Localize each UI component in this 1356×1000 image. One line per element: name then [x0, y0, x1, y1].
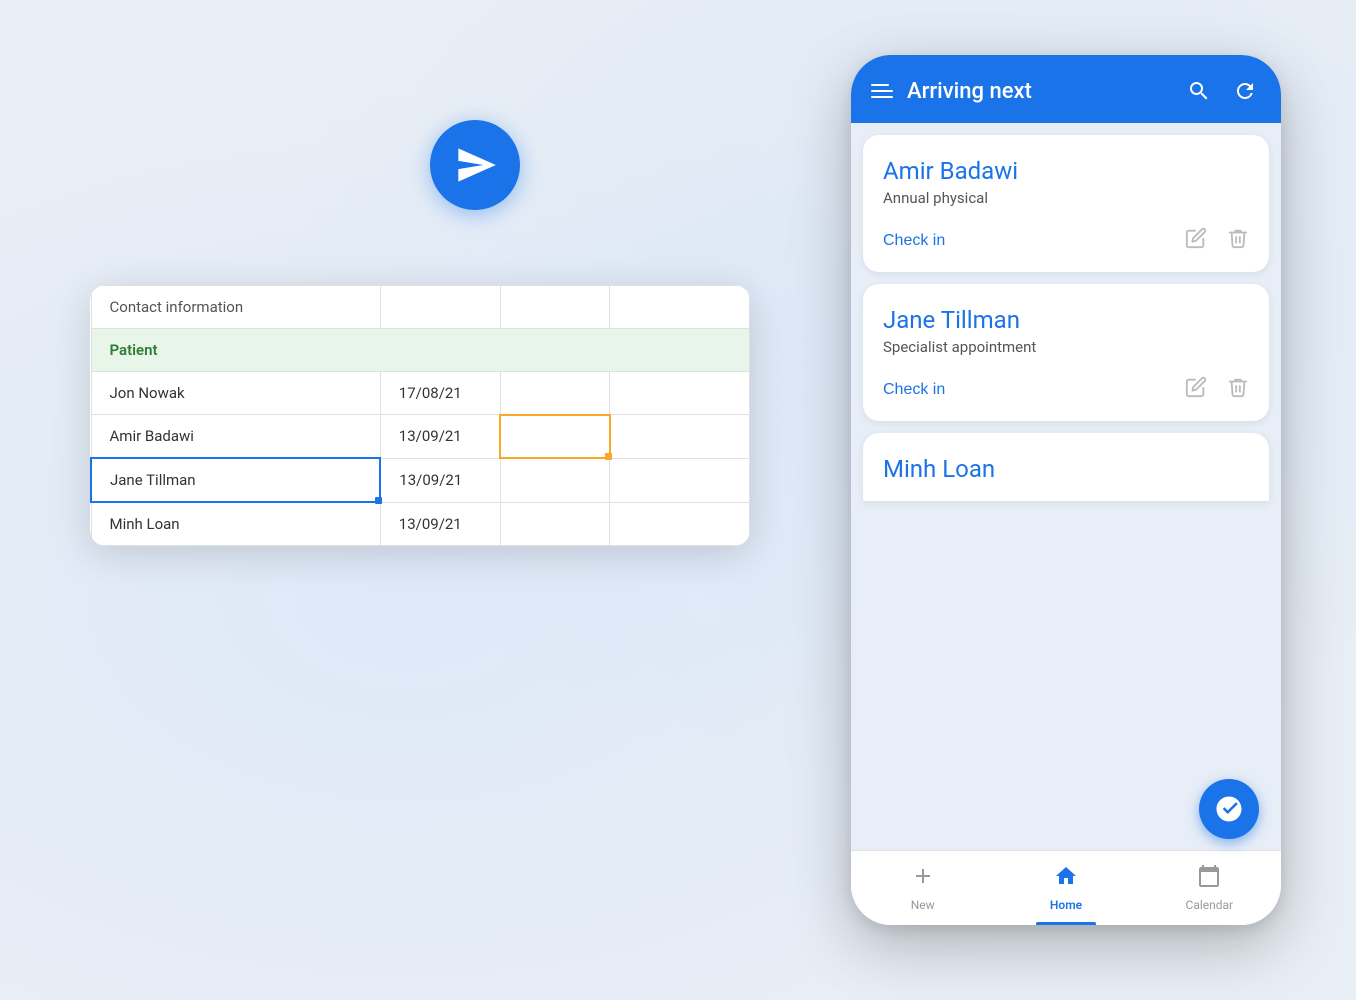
- card-icons-amir: [1185, 227, 1249, 254]
- search-icon[interactable]: [1183, 75, 1215, 107]
- header-col2: [380, 286, 500, 329]
- row-col4: [610, 502, 750, 546]
- edit-icon-jane[interactable]: [1185, 376, 1207, 403]
- phone-frame: Arriving next Amir Badawi Annual physica…: [851, 55, 1281, 925]
- home-icon: [1054, 864, 1078, 894]
- plus-icon: [911, 864, 935, 894]
- patient-name-jane: Jane Tillman: [883, 306, 1249, 334]
- nav-active-indicator: [1036, 922, 1096, 925]
- row-date: 13/09/21: [380, 502, 500, 546]
- header-col4: [610, 286, 750, 329]
- check-in-button-amir[interactable]: Check in: [883, 232, 945, 250]
- calendar-icon: [1197, 864, 1221, 894]
- phone-title: Arriving next: [907, 79, 1169, 104]
- row-col3: [500, 458, 610, 502]
- patient-appointment-jane: Specialist appointment: [883, 338, 1249, 356]
- nav-item-new[interactable]: New: [851, 864, 994, 912]
- send-app-icon: [430, 120, 520, 210]
- delete-icon-amir[interactable]: [1227, 227, 1249, 254]
- edit-icon-amir[interactable]: [1185, 227, 1207, 254]
- nav-label-home: Home: [1050, 898, 1082, 912]
- row-date: 13/09/21: [380, 415, 500, 459]
- row-name: Jon Nowak: [91, 372, 380, 415]
- patient-header-row: Patient: [91, 329, 750, 372]
- row-col4: [610, 415, 750, 459]
- table-row: Amir Badawi 13/09/21: [91, 415, 750, 459]
- spreadsheet-header-row: Contact information: [91, 286, 750, 329]
- patient-name-amir: Amir Badawi: [883, 157, 1249, 185]
- patient-card-jane: Jane Tillman Specialist appointment Chec…: [863, 284, 1269, 421]
- spreadsheet-panel: Contact information Patient Jon Nowak 17…: [90, 285, 750, 546]
- table-row: Minh Loan 13/09/21: [91, 502, 750, 546]
- header-col3: [500, 286, 610, 329]
- row-col3: [500, 372, 610, 415]
- phone-header: Arriving next: [851, 55, 1281, 123]
- hamburger-menu-icon[interactable]: [871, 84, 893, 98]
- phone-content: Amir Badawi Annual physical Check in: [851, 123, 1281, 850]
- delete-icon-jane[interactable]: [1227, 376, 1249, 403]
- table-row: Jane Tillman 13/09/21: [91, 458, 750, 502]
- card-actions-jane: Check in: [883, 376, 1249, 403]
- patient-name-minh: Minh Loan: [883, 455, 1249, 483]
- patient-appointment-amir: Annual physical: [883, 189, 1249, 207]
- check-in-button-jane[interactable]: Check in: [883, 381, 945, 399]
- bottom-navigation: New Home Calendar: [851, 850, 1281, 925]
- row-name: Amir Badawi: [91, 415, 380, 459]
- row-date: 13/09/21: [380, 458, 500, 502]
- row-date: 17/08/21: [380, 372, 500, 415]
- patient-header-label: Patient: [91, 329, 750, 372]
- row-name: Minh Loan: [91, 502, 380, 546]
- patient-card-minh: Minh Loan: [863, 433, 1269, 501]
- nav-item-calendar[interactable]: Calendar: [1138, 864, 1281, 912]
- nav-item-home[interactable]: Home: [994, 864, 1137, 912]
- row-col4: [610, 458, 750, 502]
- row-col3: [500, 502, 610, 546]
- header-col1: Contact information: [91, 286, 380, 329]
- nav-label-new: New: [911, 898, 935, 912]
- card-actions-amir: Check in: [883, 227, 1249, 254]
- nav-label-calendar: Calendar: [1186, 898, 1234, 912]
- row-col4: [610, 372, 750, 415]
- fab-checkin-button[interactable]: [1199, 779, 1259, 839]
- card-icons-jane: [1185, 376, 1249, 403]
- table-row: Jon Nowak 17/08/21: [91, 372, 750, 415]
- row-col3[interactable]: [500, 415, 610, 459]
- refresh-icon[interactable]: [1229, 75, 1261, 107]
- patient-card-amir: Amir Badawi Annual physical Check in: [863, 135, 1269, 272]
- row-name[interactable]: Jane Tillman: [91, 458, 380, 502]
